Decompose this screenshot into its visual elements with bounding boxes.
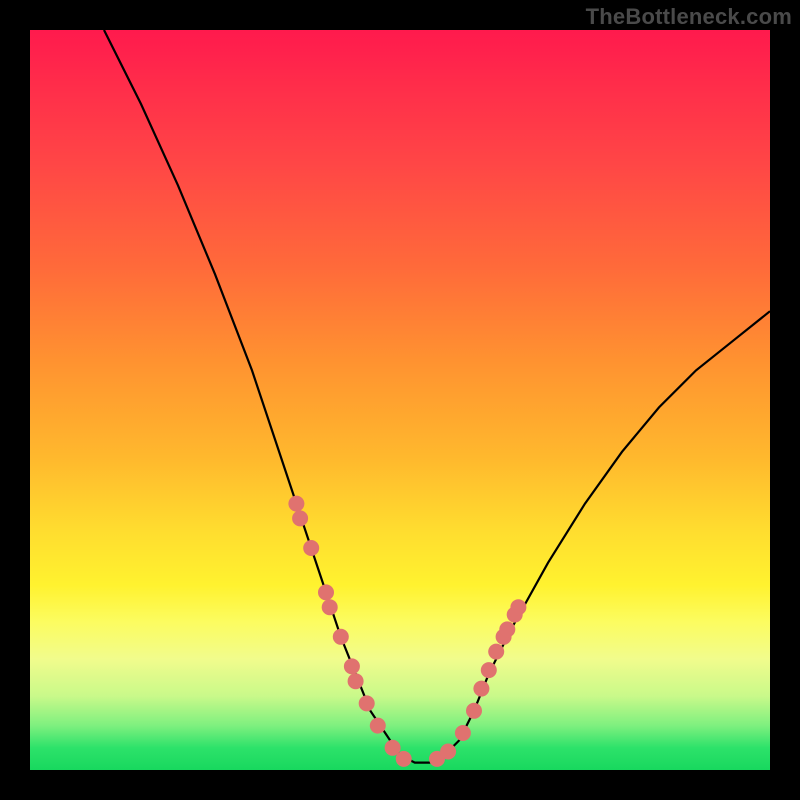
data-marker (348, 673, 364, 689)
data-marker (473, 681, 489, 697)
data-marker (318, 584, 334, 600)
chart-plot-area (30, 30, 770, 770)
data-marker (440, 744, 456, 760)
chart-frame: TheBottleneck.com (0, 0, 800, 800)
data-marker (466, 703, 482, 719)
chart-svg (30, 30, 770, 770)
data-marker (359, 695, 375, 711)
data-marker (455, 725, 471, 741)
data-marker (499, 621, 515, 637)
data-marker (396, 751, 412, 767)
data-marker (370, 718, 386, 734)
bottleneck-curve (104, 30, 770, 763)
data-marker (322, 599, 338, 615)
markers-right-group (429, 599, 526, 767)
curve-layer (104, 30, 770, 763)
data-marker (488, 644, 504, 660)
data-marker (333, 629, 349, 645)
data-marker (303, 540, 319, 556)
data-marker (344, 658, 360, 674)
watermark-text: TheBottleneck.com (586, 4, 792, 30)
data-marker (481, 662, 497, 678)
data-marker (510, 599, 526, 615)
data-marker (288, 496, 304, 512)
data-marker (292, 510, 308, 526)
